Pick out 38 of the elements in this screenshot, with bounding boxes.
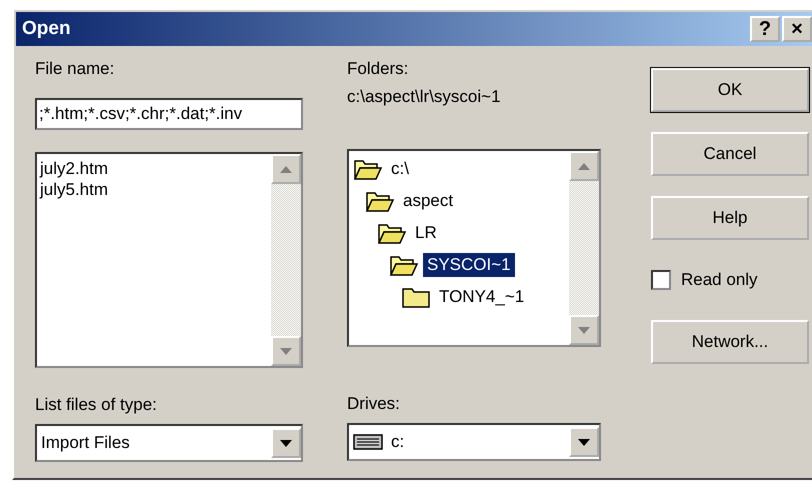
drive-icon	[353, 434, 383, 450]
file-list[interactable]: july2.htm july5.htm	[35, 152, 303, 368]
ok-button[interactable]: OK	[651, 68, 809, 112]
folder-item[interactable]: TONY4_~1	[435, 285, 528, 309]
dropdown-button[interactable]	[271, 428, 301, 458]
file-type-dropdown[interactable]: Import Files	[35, 424, 303, 462]
scrollbar[interactable]	[271, 154, 301, 366]
read-only-checkbox[interactable]	[651, 270, 671, 290]
drive-value: c:	[391, 432, 404, 452]
folder-tree[interactable]: c:\ aspect LR SYSCOI~1 TONY4_~1	[347, 149, 601, 347]
caret-icon	[280, 440, 292, 446]
scrollbar[interactable]	[569, 151, 599, 345]
file-item[interactable]: july5.htm	[40, 179, 268, 200]
drives-dropdown[interactable]: c:	[347, 423, 601, 461]
folder-item[interactable]: aspect	[399, 189, 458, 213]
close-button[interactable]: ×	[782, 16, 812, 42]
window-title: Open	[22, 18, 71, 40]
file-type-label: List files of type:	[35, 394, 158, 416]
scroll-up-arrow-icon[interactable]	[578, 162, 590, 170]
scroll-down-arrow-icon[interactable]	[280, 348, 292, 354]
help-button[interactable]: Help	[651, 196, 809, 240]
folder-item[interactable]: c:\	[387, 157, 413, 181]
folder-path: c:\aspect\lr\syscoi~1	[347, 86, 502, 108]
folder-item[interactable]: SYSCOI~1	[423, 253, 515, 277]
scroll-up-arrow-icon[interactable]	[280, 166, 292, 172]
drives-label: Drives:	[347, 393, 401, 415]
cancel-button[interactable]: Cancel	[651, 132, 809, 176]
read-only-label: Read only	[681, 270, 758, 290]
folder-item[interactable]: LR	[411, 221, 441, 245]
caret-icon	[578, 438, 590, 446]
file-name-field[interactable]: ;*.htm;*.csv;*.chr;*.dat;*.inv	[35, 98, 303, 130]
folders-label: Folders:	[347, 58, 410, 80]
dropdown-button[interactable]	[569, 427, 599, 457]
network-button[interactable]: Network...	[651, 320, 809, 364]
help-title-button[interactable]: ?	[750, 16, 780, 42]
file-item[interactable]: july2.htm	[40, 158, 268, 179]
file-name-label: File name:	[35, 58, 116, 80]
scroll-down-arrow-icon[interactable]	[578, 326, 590, 334]
